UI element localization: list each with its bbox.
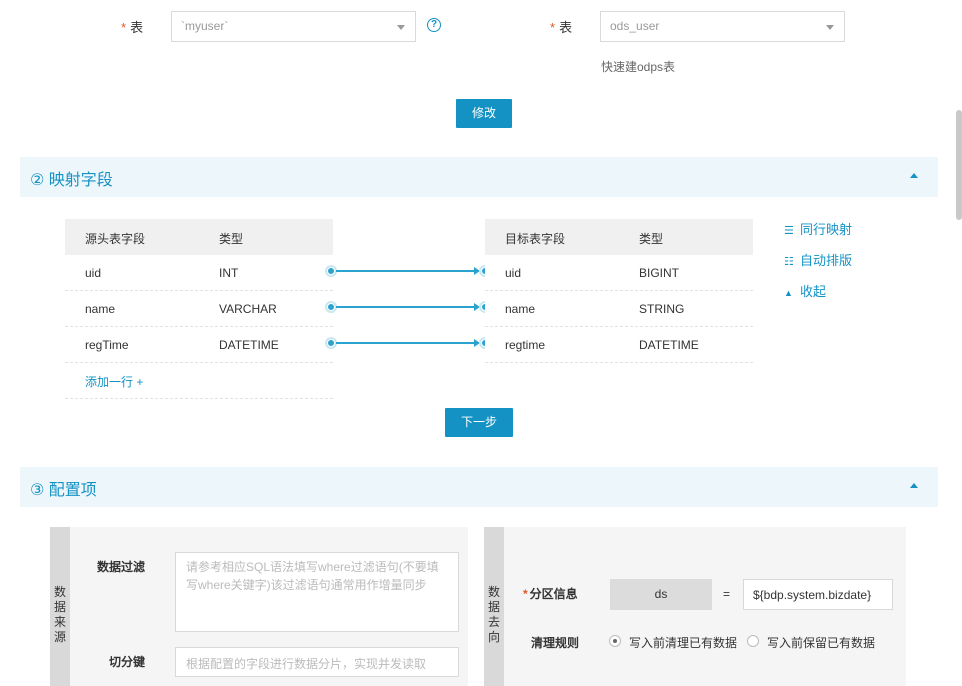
field-type: DATETIME: [639, 338, 699, 352]
section-mapping-title: ② 映射字段: [30, 172, 113, 189]
field-type: VARCHAR: [219, 302, 277, 316]
column-header: 类型: [639, 232, 664, 246]
next-step-button[interactable]: 下一步: [445, 408, 513, 437]
source-table-value: `myuser`: [181, 19, 229, 33]
add-row-link[interactable]: 添加一行 +: [85, 373, 143, 390]
keep-before-write-label[interactable]: 写入前保留已有数据: [767, 634, 875, 651]
keep-before-write-radio[interactable]: [747, 635, 759, 647]
partition-value-text: ${bdp.system.bizdate}: [753, 588, 872, 602]
partition-value-input[interactable]: ${bdp.system.bizdate}: [743, 579, 893, 610]
arrow-right-icon: [474, 267, 480, 275]
table-row: name VARCHAR: [65, 291, 333, 327]
split-key-input[interactable]: 根据配置的字段进行数据分片，实现并发读取: [175, 647, 459, 677]
field-type: INT: [219, 266, 239, 280]
mapping-line[interactable]: [336, 306, 476, 308]
collapse-label: 收起: [800, 284, 827, 299]
source-connector-dot[interactable]: [327, 339, 335, 347]
chevron-up-icon[interactable]: [910, 483, 918, 488]
partition-info-label: * 分区信息: [523, 587, 578, 601]
clean-rule-label: 清理规则: [531, 636, 580, 650]
field-name: uid: [85, 266, 102, 280]
field-type: STRING: [639, 302, 685, 316]
add-row-container: 添加一行 +: [65, 363, 333, 399]
modify-button[interactable]: 修改: [456, 99, 512, 128]
clean-before-write-radio[interactable]: [609, 635, 621, 647]
split-key-label: 切分键: [109, 655, 146, 669]
section-config-title: ③ 配置项: [30, 482, 97, 499]
tree-layout-icon: ☷: [784, 256, 794, 268]
column-header: 目标表字段: [505, 232, 566, 246]
question-circle-icon[interactable]: ?: [427, 18, 441, 32]
collapse-action[interactable]: ▲ 收起: [784, 281, 826, 300]
table-row: name STRING: [485, 291, 753, 327]
row-mapping-icon: ☰: [784, 225, 794, 237]
data-filter-label: 数据过滤: [97, 560, 146, 574]
clean-before-write-label[interactable]: 写入前清理已有数据: [629, 634, 737, 651]
source-table-label: * 表: [121, 20, 144, 35]
target-panel-tab: 数 据 去 向: [484, 527, 504, 686]
auto-layout-label: 自动排版: [800, 253, 853, 268]
arrow-right-icon: [474, 339, 480, 347]
target-table-header: 目标表字段 类型: [485, 219, 753, 255]
auto-layout-action[interactable]: ☷ 自动排版: [784, 250, 852, 269]
target-fields-table: 目标表字段 类型 uid BIGINT name STRING regtime …: [485, 219, 753, 363]
caret-up-icon: ▲: [784, 288, 793, 298]
source-table-select[interactable]: `myuser`: [171, 11, 416, 42]
source-connector-dot[interactable]: [327, 303, 335, 311]
target-table-label: * 表: [550, 20, 573, 35]
quick-create-odps-link[interactable]: 快速建odps表: [601, 58, 675, 75]
table-row: regtime DATETIME: [485, 327, 753, 363]
page-scrollbar[interactable]: [956, 110, 962, 220]
chevron-up-icon[interactable]: [910, 173, 918, 178]
chevron-down-icon: [397, 25, 405, 30]
field-name: uid: [505, 266, 522, 280]
table-row: regTime DATETIME: [65, 327, 333, 363]
source-connector-dot[interactable]: [327, 267, 335, 275]
target-table-select[interactable]: ods_user: [600, 11, 845, 42]
source-panel-tab: 数 据 来 源: [50, 527, 70, 686]
field-type: DATETIME: [219, 338, 279, 352]
section-config-header[interactable]: ③ 配置项: [20, 467, 938, 507]
source-fields-table: 源头表字段 类型 uid INT name VARCHAR regTime DA…: [65, 219, 333, 399]
partition-key-box: ds: [610, 579, 712, 610]
source-table-header: 源头表字段 类型: [65, 219, 333, 255]
mapping-line[interactable]: [336, 270, 476, 272]
table-row: uid BIGINT: [485, 255, 753, 291]
arrow-right-icon: [474, 303, 480, 311]
field-name: regTime: [85, 338, 129, 352]
table-row: uid INT: [65, 255, 333, 291]
chevron-down-icon: [826, 25, 834, 30]
mapping-line[interactable]: [336, 342, 476, 344]
target-table-value: ods_user: [610, 19, 660, 33]
field-name: name: [505, 302, 536, 316]
field-name: name: [85, 302, 116, 316]
same-row-mapping-label: 同行映射: [800, 222, 853, 237]
field-name: regtime: [505, 338, 546, 352]
same-row-mapping-action[interactable]: ☰ 同行映射: [784, 219, 852, 238]
split-key-placeholder: 根据配置的字段进行数据分片，实现并发读取: [186, 657, 427, 671]
equals-sign: =: [723, 587, 731, 601]
column-header: 源头表字段: [85, 232, 146, 246]
column-header: 类型: [219, 232, 244, 246]
field-type: BIGINT: [639, 266, 680, 280]
data-filter-textarea[interactable]: 请参考相应SQL语法填写where过滤语句(不要填写where关键字)该过滤语句…: [175, 552, 459, 632]
section-mapping-header[interactable]: ② 映射字段: [20, 157, 938, 197]
